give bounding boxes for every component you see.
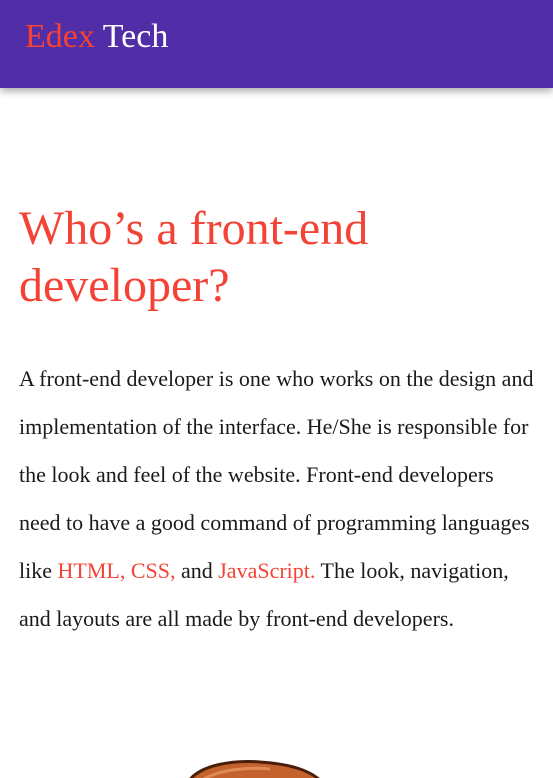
highlight-html-css: HTML, CSS, [57, 558, 176, 583]
page-title-line2: developer? [19, 259, 230, 312]
app-header: Edex Tech [0, 0, 553, 88]
site-logo[interactable]: Edex Tech [25, 17, 168, 57]
highlight-javascript: JavaScript. [218, 558, 316, 583]
article-paragraph: A front-end developer is one who works o… [19, 355, 534, 643]
page-title-line1: Who’s a front-end [19, 202, 369, 255]
illustration-svg [189, 760, 320, 778]
logo-text-tech: Tech [102, 18, 169, 55]
logo-text-edex: Edex [25, 18, 95, 55]
illustration-image [140, 752, 370, 778]
paragraph-text-1: A front-end developer is one who works o… [19, 366, 534, 583]
page-title: Who’s a front-end developer? [19, 200, 534, 314]
paragraph-text-2: and [175, 558, 219, 583]
